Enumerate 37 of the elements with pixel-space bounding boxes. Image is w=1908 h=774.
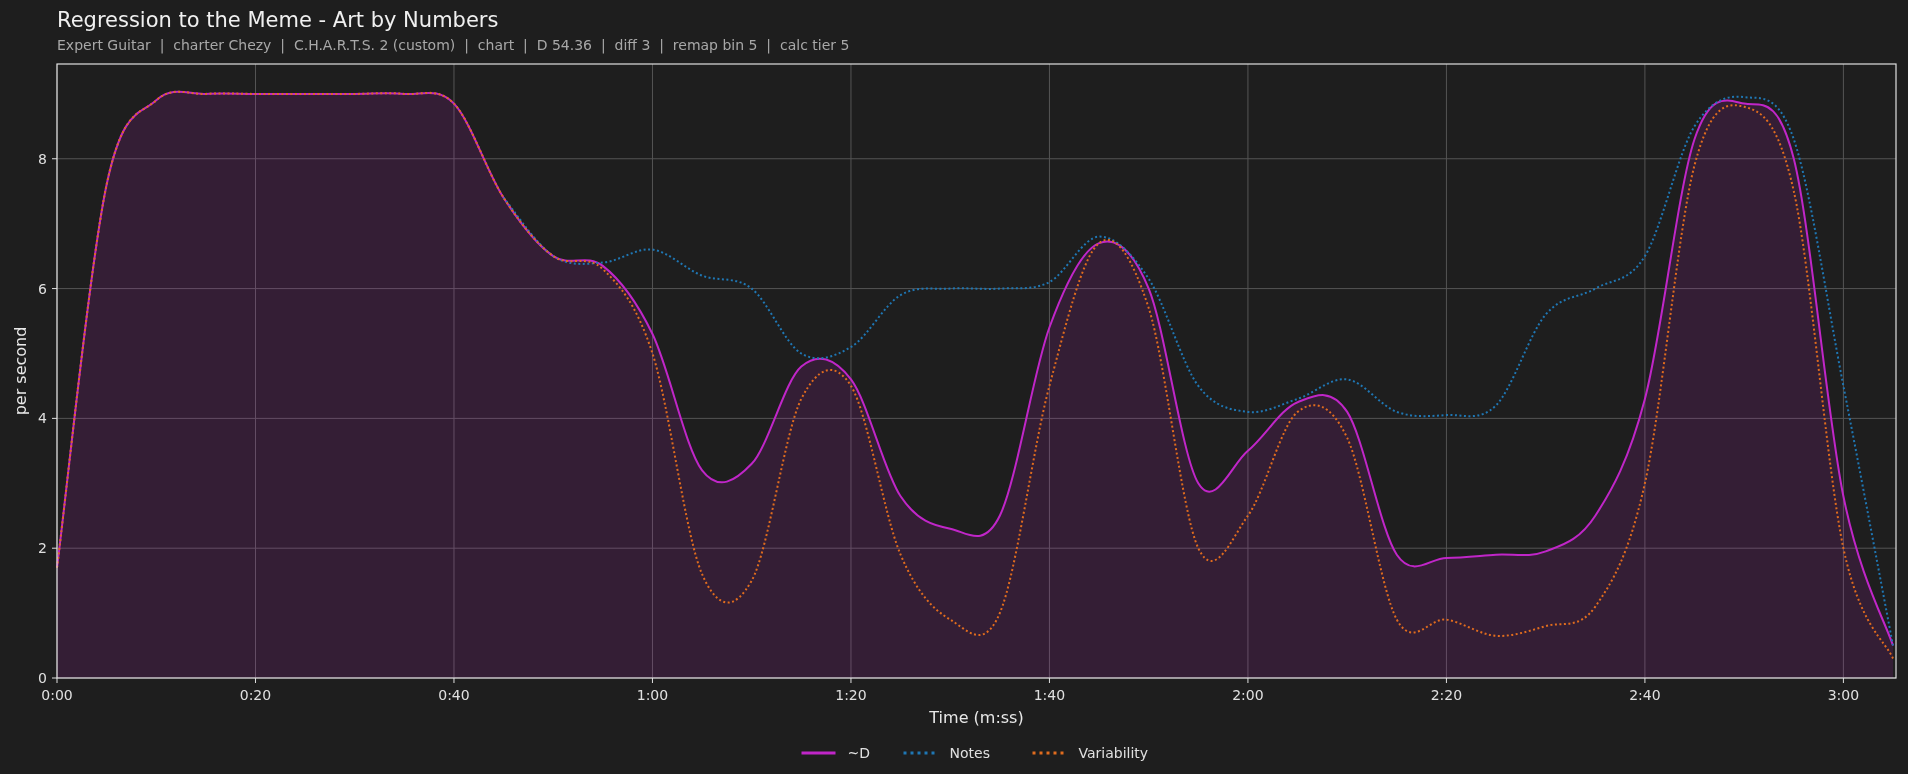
x-tick bbox=[56, 677, 58, 684]
x-tick-label: 2:20 bbox=[1430, 687, 1463, 703]
y-tick-label: 6 bbox=[38, 280, 47, 297]
x-tick-label: 0:00 bbox=[41, 687, 73, 703]
chart-title: Regression to the Meme - Art by Numbers bbox=[57, 8, 499, 32]
y-axis-label: per second bbox=[11, 326, 30, 416]
y-tick-label: 2 bbox=[38, 540, 47, 557]
x-tick-label: 2:00 bbox=[1232, 687, 1264, 703]
x-tick-label: 0:20 bbox=[239, 687, 272, 703]
x-tick bbox=[453, 677, 455, 684]
x-tick-label: 1:40 bbox=[1033, 687, 1066, 703]
x-tick-label: 0:40 bbox=[438, 687, 470, 703]
legend-label: Variability bbox=[1078, 745, 1149, 761]
x-tick bbox=[1048, 677, 1050, 684]
x-tick bbox=[255, 677, 256, 684]
x-tick-label: 1:20 bbox=[835, 687, 867, 703]
x-tick bbox=[1842, 677, 1844, 684]
x-axis-label: Time (m:ss) bbox=[929, 708, 1024, 727]
y-tick bbox=[51, 158, 58, 160]
y-tick bbox=[51, 547, 58, 549]
y-tick-label: 8 bbox=[38, 150, 47, 167]
y-tick bbox=[51, 417, 58, 419]
y-tick-label: 4 bbox=[38, 410, 47, 427]
y-tick bbox=[51, 677, 58, 679]
legend-label: Notes bbox=[949, 745, 990, 761]
y-tick-label: 0 bbox=[38, 670, 47, 686]
legend-label: ~D bbox=[847, 745, 870, 761]
x-tick bbox=[651, 677, 653, 684]
x-tick bbox=[850, 677, 852, 684]
x-tick bbox=[1445, 677, 1447, 684]
x-tick-label: 3:00 bbox=[1827, 687, 1860, 703]
x-tick-label: 2:40 bbox=[1629, 687, 1661, 703]
x-tick bbox=[1247, 677, 1249, 684]
chart-subtitle: Expert Guitar | charter Chezy | C.H.A.R.T.S. 2 (custom) | chart | D 54.36 | diff 3 | remap bin 5 | calc tier 5 bbox=[57, 37, 850, 54]
y-tick bbox=[51, 288, 58, 290]
x-tick-label: 1:00 bbox=[636, 687, 669, 703]
x-tick bbox=[1644, 677, 1646, 684]
